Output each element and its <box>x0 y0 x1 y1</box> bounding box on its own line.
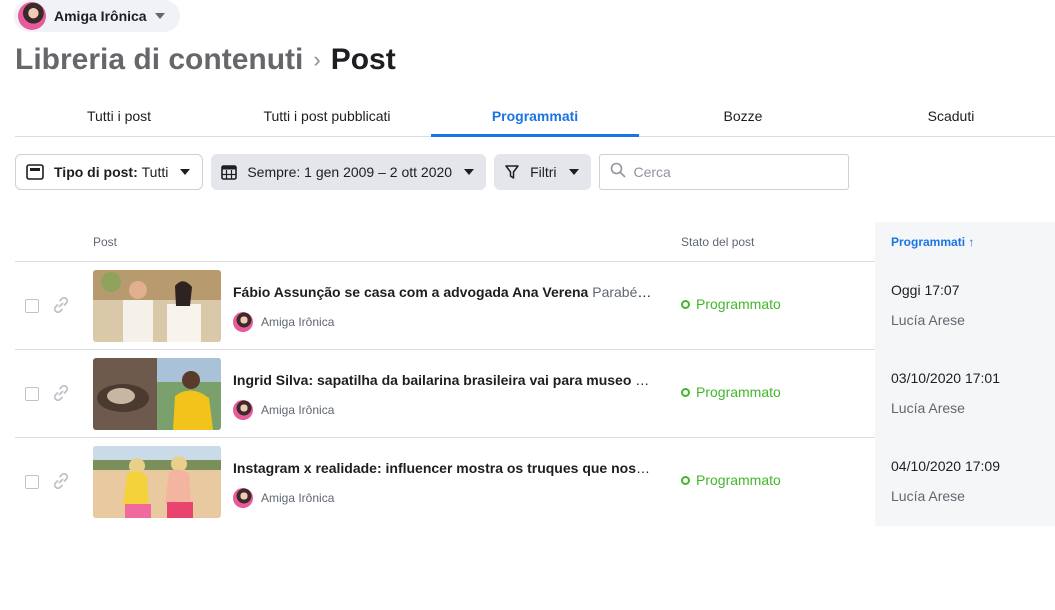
search-input[interactable] <box>633 164 834 180</box>
post-type-icon <box>26 164 44 180</box>
scheduled-by: Lucía Arese <box>891 488 965 504</box>
calendar-icon <box>221 164 238 180</box>
table-row[interactable]: Fábio Assunção se casa com a advogada An… <box>15 262 1055 350</box>
status-badge: Programmato <box>681 296 781 312</box>
posts-table: Post Stato del post Programmati ↑ Fábio … <box>15 222 1055 526</box>
tab-bar: Tutti i post Tutti i post pubblicati Pro… <box>15 97 1055 137</box>
tab-expired[interactable]: Scaduti <box>847 97 1055 136</box>
post-title: Instagram x realidade: influencer mostra… <box>233 460 653 476</box>
row-checkbox[interactable] <box>25 299 39 313</box>
row-checkbox[interactable] <box>25 387 39 401</box>
post-title: Ingrid Silva: sapatilha da bailarina bra… <box>233 372 653 388</box>
post-title-line[interactable]: Instagram x realidade: influencer mostra… <box>233 460 653 476</box>
status-text: Programmato <box>696 472 781 488</box>
status-badge: Programmato <box>681 384 781 400</box>
link-icon[interactable] <box>51 471 71 496</box>
scheduled-by: Lucía Arese <box>891 312 965 328</box>
page-name: Amiga Irônica <box>54 8 147 24</box>
scheduled-date: 03/10/2020 17:01 <box>891 370 1000 386</box>
page-avatar <box>18 2 46 30</box>
search-box <box>598 154 849 190</box>
tab-scheduled[interactable]: Programmati <box>431 97 639 137</box>
search-icon <box>610 162 626 183</box>
avatar <box>233 312 253 332</box>
scheduled-cell: 04/10/2020 17:09 Lucía Arese <box>875 438 1055 526</box>
table-row[interactable]: Ingrid Silva: sapatilha da bailarina bra… <box>15 350 1055 438</box>
post-type-dropdown[interactable]: Tipo di post: Tutti <box>15 154 204 190</box>
filter-bar: Tipo di post: Tutti Sempre: 1 gen 2009 –… <box>15 154 849 190</box>
column-header-post: Post <box>93 235 118 249</box>
tab-published-posts[interactable]: Tutti i post pubblicati <box>223 97 431 136</box>
status-dot-icon <box>681 387 690 397</box>
status-text: Programmato <box>696 384 781 400</box>
table-header: Post Stato del post Programmati ↑ <box>15 222 1055 262</box>
row-checkbox[interactable] <box>25 475 39 489</box>
page-switcher[interactable]: Amiga Irônica <box>14 0 180 32</box>
breadcrumb-parent[interactable]: Libreria di contenuti <box>15 43 303 77</box>
link-icon[interactable] <box>51 295 71 320</box>
post-thumbnail[interactable] <box>93 358 221 430</box>
caret-down-icon <box>180 169 191 175</box>
link-icon[interactable] <box>51 383 71 408</box>
post-type-label: Tipo di post: <box>54 164 138 180</box>
date-range-dropdown[interactable]: Sempre: 1 gen 2009 – 2 ott 2020 <box>211 154 487 190</box>
post-type-value: Tutti <box>141 164 169 180</box>
avatar <box>233 400 253 420</box>
date-range-value: Sempre: 1 gen 2009 – 2 ott 2020 <box>247 164 453 180</box>
scheduled-by: Lucía Arese <box>891 400 965 416</box>
status-text: Programmato <box>696 296 781 312</box>
table-row[interactable]: Instagram x realidade: influencer mostra… <box>15 438 1055 526</box>
post-title: Fábio Assunção se casa com a advogada An… <box>233 284 589 300</box>
author-name: Amiga Irônica <box>261 315 335 329</box>
post-thumbnail[interactable] <box>93 270 221 342</box>
author-name: Amiga Irônica <box>261 491 335 505</box>
author-name: Amiga Irônica <box>261 403 335 417</box>
chevron-right-icon: › <box>313 47 321 72</box>
avatar <box>233 488 253 508</box>
column-header-status[interactable]: Stato del post <box>681 222 754 262</box>
post-author: Amiga Irônica <box>233 312 334 332</box>
post-author: Amiga Irônica <box>233 488 334 508</box>
page-title: Post <box>330 43 396 76</box>
post-thumbnail[interactable] <box>93 446 221 518</box>
post-title-line[interactable]: Fábio Assunção se casa com a advogada An… <box>233 284 653 300</box>
funnel-icon <box>504 164 520 180</box>
status-dot-icon <box>681 299 690 309</box>
post-title-line[interactable]: Ingrid Silva: sapatilha da bailarina bra… <box>233 372 653 388</box>
column-header-scheduled[interactable]: Programmati ↑ <box>875 222 1055 262</box>
scheduled-cell: 03/10/2020 17:01 Lucía Arese <box>875 350 1055 438</box>
scheduled-date: Oggi 17:07 <box>891 282 960 298</box>
caret-down-icon <box>464 169 475 175</box>
breadcrumb: Libreria di contenuti › Post <box>15 40 396 80</box>
caret-down-icon <box>568 169 579 175</box>
filters-dropdown[interactable]: Filtri <box>494 154 591 190</box>
status-dot-icon <box>681 475 690 485</box>
status-badge: Programmato <box>681 472 781 488</box>
caret-down-icon <box>154 13 165 19</box>
scheduled-cell: Oggi 17:07 Lucía Arese <box>875 262 1055 350</box>
tab-all-posts[interactable]: Tutti i post <box>15 97 223 136</box>
filters-label: Filtri <box>530 164 557 180</box>
post-author: Amiga Irônica <box>233 400 334 420</box>
post-description: Parabéns aos noivos! Felicidades <box>592 284 653 300</box>
scheduled-date: 04/10/2020 17:09 <box>891 458 1000 474</box>
tab-drafts[interactable]: Bozze <box>639 97 847 136</box>
